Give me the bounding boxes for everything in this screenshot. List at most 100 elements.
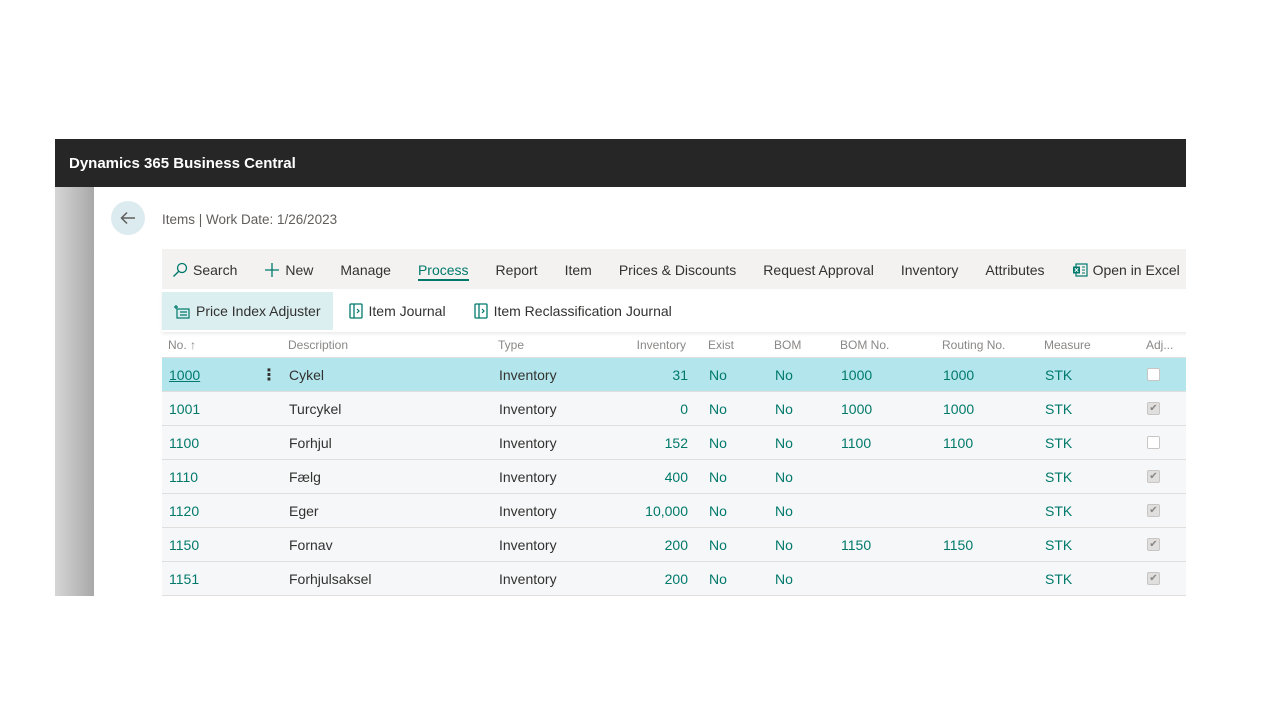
cell-inventory: 31 <box>672 366 688 383</box>
left-panel <box>55 187 94 596</box>
cell-no[interactable]: 1001 <box>169 392 200 425</box>
cell-no[interactable]: 1000 <box>169 358 200 391</box>
col-description[interactable]: Description <box>288 332 348 357</box>
open-in-excel-action[interactable]: Open in Excel <box>1072 260 1180 278</box>
cell-measure: STK <box>1045 434 1073 451</box>
cell-no[interactable]: 1151 <box>169 562 199 595</box>
cell-description: Eger <box>289 502 319 519</box>
cell-inventory: 200 <box>664 536 688 553</box>
adj-checkbox[interactable]: ✔ <box>1147 538 1160 551</box>
price-index-icon <box>174 305 190 319</box>
cell-description: Turcykel <box>289 400 342 417</box>
col-adj[interactable]: Adj... <box>1146 332 1173 357</box>
cell-adj: ✔ <box>1147 528 1160 561</box>
table-row[interactable]: 1001 Turcykel Inventory 0 No No 1000 1000 STK ✔ <box>162 392 1186 426</box>
cell-description: Forhjul <box>289 434 332 451</box>
cell-measure: STK <box>1045 366 1073 383</box>
item-journal-action[interactable]: Item Journal <box>337 292 458 330</box>
inventory-tab[interactable]: Inventory <box>901 260 959 278</box>
cell-inventory: 200 <box>664 570 688 587</box>
open-in-excel-label: Open in Excel <box>1092 262 1180 278</box>
cell-bom: No <box>775 366 793 383</box>
new-label: New <box>285 262 314 278</box>
item-reclassification-journal-action[interactable]: Item Reclassification Journal <box>462 292 684 330</box>
cell-description: Cykel <box>289 366 325 383</box>
cell-routing-no: 1150 <box>943 536 974 553</box>
plus-icon <box>265 263 280 277</box>
table-row[interactable]: 1120 Eger Inventory 10,000 No No STK ✔ <box>162 494 1186 528</box>
cell-bom-no: 1000 <box>841 366 873 383</box>
cell-type: Inventory <box>499 366 557 383</box>
request-approval-tab[interactable]: Request Approval <box>763 260 874 278</box>
attributes-tab[interactable]: Attributes <box>985 260 1044 278</box>
adj-checkbox[interactable]: ✔ <box>1147 402 1160 415</box>
cell-inventory: 10,000 <box>645 502 688 519</box>
cell-adj <box>1147 358 1160 391</box>
adj-checkbox[interactable] <box>1147 368 1160 381</box>
table-row[interactable]: 1100 Forhjul Inventory 152 No No 1100 1100 STK <box>162 426 1186 460</box>
table-row[interactable]: 1151 Forhjulsaksel Inventory 200 No No STK ✔ <box>162 562 1186 596</box>
cell-exist: No <box>709 570 727 587</box>
process-tab[interactable]: Process <box>417 260 469 281</box>
items-table: No. ↑ Description Type Inventory Exist B… <box>162 332 1186 596</box>
cell-adj <box>1147 426 1160 459</box>
price-index-adjuster-action[interactable]: Price Index Adjuster <box>162 292 333 330</box>
app-window: Dynamics 365 Business Central Items | Wo… <box>55 139 1186 596</box>
new-action[interactable]: New <box>264 260 313 278</box>
col-routing-no[interactable]: Routing No. <box>942 332 1005 357</box>
cell-no[interactable]: 1100 <box>169 426 199 459</box>
col-exist[interactable]: Exist <box>708 332 734 357</box>
cell-type: Inventory <box>499 536 557 553</box>
cell-type: Inventory <box>499 570 557 587</box>
cell-inventory: 400 <box>664 468 688 485</box>
cell-exist: No <box>709 536 727 553</box>
row-menu-icon[interactable]: ⋮ <box>261 358 277 391</box>
report-tab[interactable]: Report <box>496 260 538 278</box>
col-bom-no[interactable]: BOM No. <box>840 332 889 357</box>
adj-checkbox[interactable]: ✔ <box>1147 504 1160 517</box>
table-row[interactable]: 1150 Fornav Inventory 200 No No 1150 1150 STK ✔ <box>162 528 1186 562</box>
cell-type: Inventory <box>499 468 557 485</box>
manage-tab[interactable]: Manage <box>340 260 391 278</box>
col-bom[interactable]: BOM <box>774 332 801 357</box>
cell-exist: No <box>709 366 727 383</box>
cell-measure: STK <box>1045 502 1073 519</box>
app-title: Dynamics 365 Business Central <box>69 154 296 172</box>
col-measure[interactable]: Measure <box>1044 332 1091 357</box>
cell-routing-no: 1000 <box>943 366 975 383</box>
item-tab[interactable]: Item <box>565 260 592 278</box>
prices-discounts-tab[interactable]: Prices & Discounts <box>619 260 736 278</box>
adj-checkbox[interactable] <box>1147 436 1160 449</box>
cell-routing-no: 1100 <box>943 434 974 451</box>
back-button[interactable] <box>111 201 145 235</box>
cell-type: Inventory <box>499 434 557 451</box>
cell-bom: No <box>775 400 793 417</box>
col-inventory[interactable]: Inventory <box>612 332 686 357</box>
price-index-adjuster-label: Price Index Adjuster <box>196 303 321 319</box>
cell-no[interactable]: 1120 <box>169 494 199 527</box>
cell-exist: No <box>709 434 727 451</box>
adj-checkbox[interactable]: ✔ <box>1147 470 1160 483</box>
search-action[interactable]: Search <box>172 260 237 278</box>
cell-exist: No <box>709 502 727 519</box>
adj-checkbox[interactable]: ✔ <box>1147 572 1160 585</box>
cell-measure: STK <box>1045 468 1073 485</box>
action-bar: Search New Manage Process Report Item Pr… <box>162 249 1186 289</box>
cell-bom-no: 1000 <box>841 400 873 417</box>
table-row[interactable]: 1000 Cykel Inventory 31 No No 1000 1000 STK ⋮ <box>162 358 1186 392</box>
breadcrumb: Items | Work Date: 1/26/2023 <box>162 212 338 227</box>
table-header: No. ↑ Description Type Inventory Exist B… <box>162 332 1186 358</box>
col-no[interactable]: No. ↑ <box>168 332 196 357</box>
table-row[interactable]: 1110 Fælg Inventory 400 No No STK ✔ <box>162 460 1186 494</box>
cell-adj: ✔ <box>1147 460 1160 493</box>
cell-no[interactable]: 1150 <box>169 528 199 561</box>
cell-adj: ✔ <box>1147 494 1160 527</box>
cell-bom: No <box>775 536 793 553</box>
cell-no[interactable]: 1110 <box>169 460 198 493</box>
cell-adj: ✔ <box>1147 392 1160 425</box>
cell-exist: No <box>709 468 727 485</box>
cell-measure: STK <box>1045 536 1073 553</box>
col-type[interactable]: Type <box>498 332 524 357</box>
cell-type: Inventory <box>499 502 557 519</box>
cell-bom-no: 1100 <box>841 434 872 451</box>
